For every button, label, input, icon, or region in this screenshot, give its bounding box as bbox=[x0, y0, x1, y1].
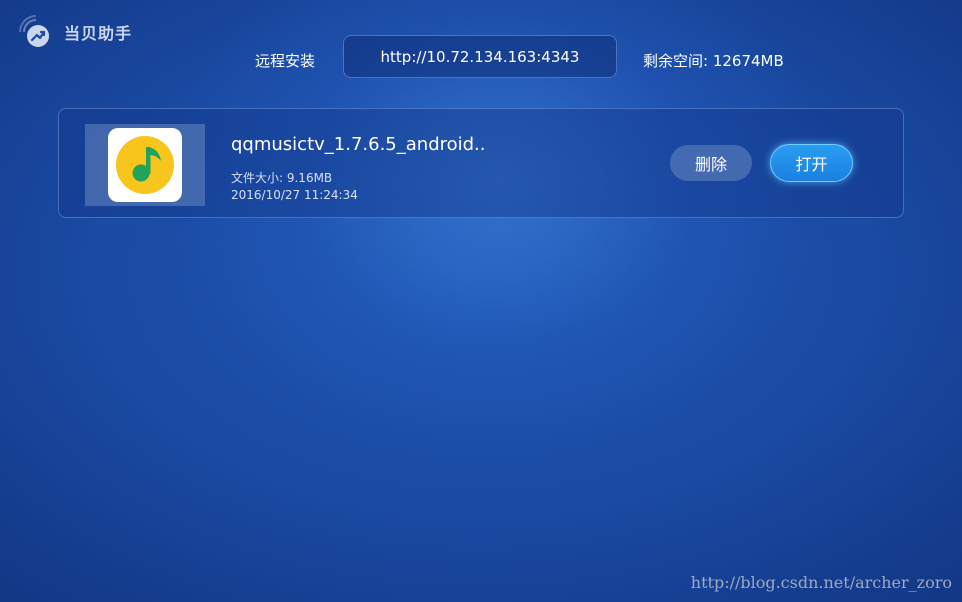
file-list-item[interactable]: qqmusictv_1.7.6.5_android.. 文件大小: 9.16MB… bbox=[58, 108, 904, 218]
music-note-icon bbox=[116, 136, 174, 194]
watermark: http://blog.csdn.net/archer_zoro bbox=[690, 573, 952, 592]
app-title: 当贝助手 bbox=[64, 24, 133, 43]
file-date: 2016/10/27 11:24:34 bbox=[231, 188, 358, 202]
app-thumbnail bbox=[85, 124, 205, 206]
open-button[interactable]: 打开 bbox=[770, 144, 853, 182]
delete-button[interactable]: 删除 bbox=[670, 145, 752, 181]
remaining-space-text: 剩余空间: 12674MB bbox=[643, 52, 784, 70]
install-address-text: http://10.72.134.163:4343 bbox=[380, 47, 580, 66]
install-address-field[interactable]: http://10.72.134.163:4343 bbox=[343, 35, 617, 78]
app-logo: 当贝助手 bbox=[16, 12, 132, 52]
remote-install-label: 远程安装 bbox=[255, 52, 316, 70]
file-size: 文件大小: 9.16MB bbox=[231, 171, 333, 185]
logo-icon bbox=[19, 15, 49, 47]
file-name: qqmusictv_1.7.6.5_android.. bbox=[231, 134, 486, 155]
app-icon-tile bbox=[108, 128, 182, 202]
